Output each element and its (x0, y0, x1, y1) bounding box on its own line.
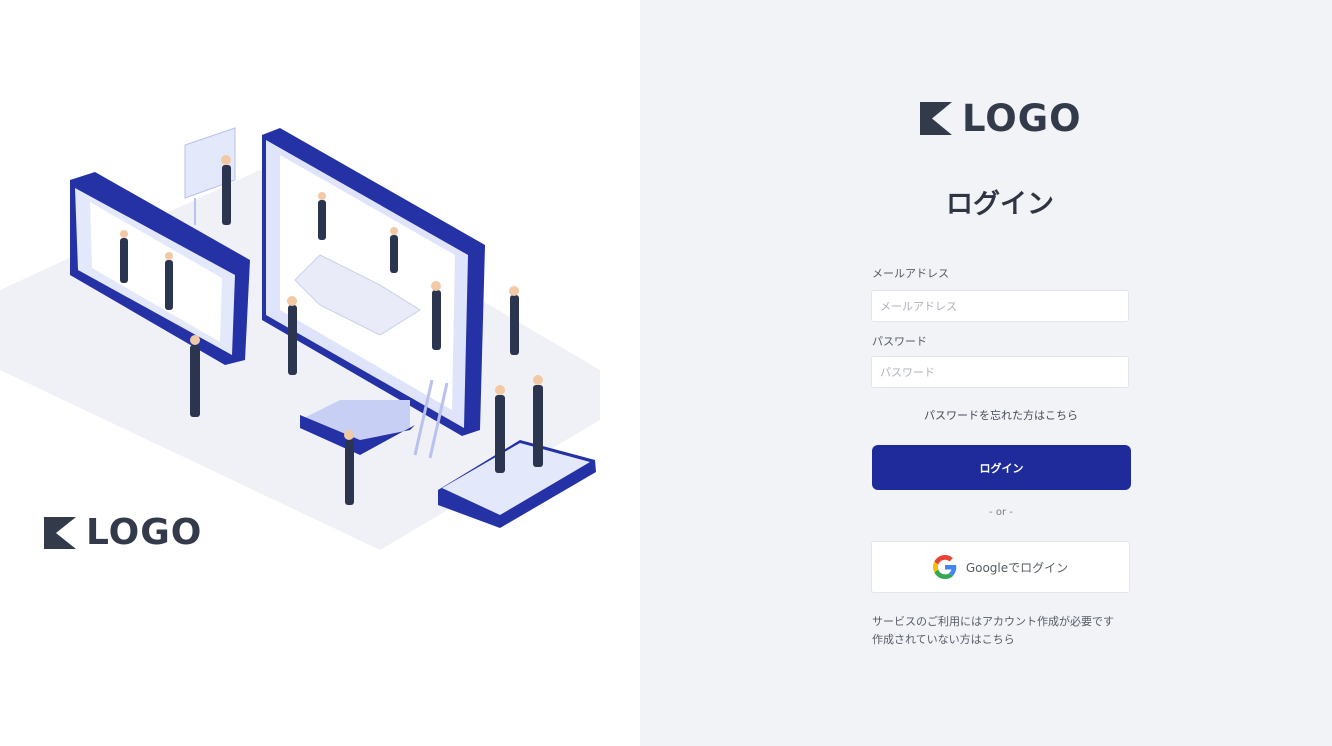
logo-mark-icon (920, 102, 952, 135)
signup-note-line1: サービスのご利用にはアカウント作成が必要です (872, 615, 1114, 628)
or-divider: - or - (989, 507, 1013, 518)
google-g-icon (932, 555, 957, 579)
password-label: パスワード (872, 335, 927, 348)
logo-text: LOGO (962, 97, 1082, 140)
logo-text: LOGO (86, 512, 203, 553)
google-login-label: Googleでログイン (965, 560, 1069, 575)
email-label: メールアドレス (872, 267, 949, 280)
forgot-password-link[interactable]: パスワードを忘れた方はこちら (872, 407, 1130, 423)
password-field[interactable] (871, 356, 1129, 388)
login-button[interactable]: ログイン (872, 445, 1131, 490)
login-button-label: ログイン (979, 461, 1024, 475)
brand-logo-right: LOGO (920, 97, 1082, 140)
page-title: ログイン (946, 189, 1054, 220)
brand-logo-left: LOGO (44, 512, 202, 553)
logo-mark-icon (44, 516, 76, 549)
signup-note: サービスのご利用にはアカウント作成が必要です 作成されていない方はこちら (872, 613, 1114, 649)
hero-illustration (0, 127, 600, 550)
email-field[interactable] (871, 290, 1129, 322)
google-login-button[interactable]: Googleでログイン (871, 541, 1130, 593)
hero-panel: LOGO (0, 0, 640, 746)
signup-link[interactable]: 作成されていない方はこちら (872, 631, 1114, 649)
